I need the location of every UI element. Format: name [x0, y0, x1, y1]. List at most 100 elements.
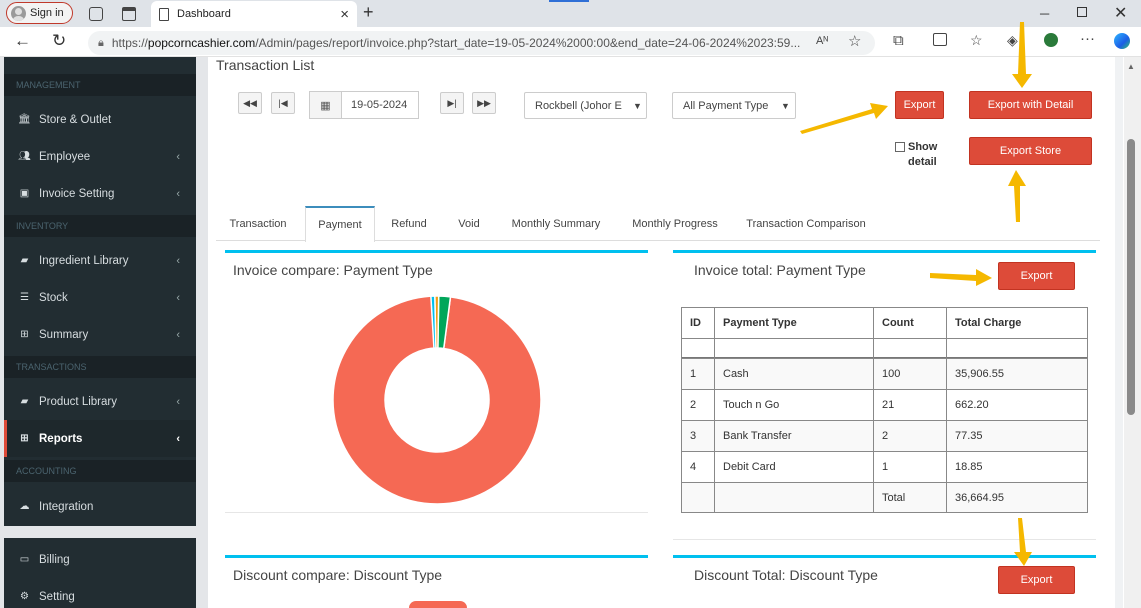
minimize-icon[interactable]: ─: [1040, 6, 1049, 21]
sidebar-item-label: Store & Outlet: [39, 113, 112, 126]
discount-compare-title: Discount compare: Discount Type: [233, 567, 443, 583]
tab-title: Dashboard: [177, 8, 231, 20]
next-page-button[interactable]: ▶|: [440, 92, 464, 114]
page-title: Transaction List: [216, 57, 315, 73]
sidebar-item-product-library[interactable]: ▰ Product Library ‹: [4, 383, 196, 420]
export-button[interactable]: Export: [895, 91, 944, 119]
favorite-star-icon[interactable]: ☆: [848, 32, 861, 50]
tab-monthly-summary[interactable]: Monthly Summary: [502, 206, 610, 241]
table-cell: 18.85: [946, 451, 1088, 483]
read-aloud-icon[interactable]: Aᴺ: [816, 35, 828, 47]
export-store-button[interactable]: Export Store: [969, 137, 1092, 165]
table-cell: Debit Card: [714, 451, 874, 483]
bank-icon: 🏛︎: [18, 114, 31, 125]
invoice-total-export-button[interactable]: Export: [998, 262, 1075, 290]
cloud-icon: ☁︎: [19, 501, 30, 512]
table-cell: 2: [873, 420, 947, 452]
table-header: ID: [681, 307, 715, 339]
table-header: Count: [873, 307, 947, 339]
tab-transaction-comparison[interactable]: Transaction Comparison: [740, 206, 872, 241]
tab-actions-icon[interactable]: [122, 7, 136, 21]
sidebar-item-label: Employee: [39, 150, 91, 163]
table-cell: 35,906.55: [946, 358, 1088, 390]
browser-essentials-icon[interactable]: ◈: [1007, 32, 1018, 49]
sidebar-item-label: Invoice Setting: [39, 187, 115, 200]
sidebar-item-stock[interactable]: ☰ Stock ‹: [4, 279, 196, 316]
prev-page-button[interactable]: |◀: [271, 92, 295, 114]
lock-icon: 🔒︎: [98, 36, 104, 49]
extensions-icon[interactable]: ⧉: [893, 32, 904, 49]
show-detail-option[interactable]: Show detail: [895, 140, 950, 170]
favorites-icon[interactable]: ☆: [970, 32, 983, 49]
sidebar-item-summary[interactable]: ⊞ Summary ‹: [4, 316, 196, 353]
sidebar-item-invoice-setting[interactable]: ▣ Invoice Setting ‹: [4, 175, 196, 212]
sidebar-item-label: Reports: [39, 432, 83, 445]
sidebar-item-label: Summary: [39, 328, 89, 341]
table-cell: 2: [681, 389, 715, 421]
copilot-icon[interactable]: [1114, 33, 1130, 49]
show-detail-checkbox[interactable]: [895, 142, 905, 152]
table-cell: 1: [681, 358, 715, 390]
sidebar-item-setting[interactable]: ⚙︎ Setting: [4, 578, 196, 608]
url-field[interactable]: 🔒︎ https://popcorncashier.com/Admin/page…: [88, 31, 875, 55]
browser-tab-dashboard[interactable]: Dashboard ×: [151, 1, 357, 27]
section-inventory: INVENTORY: [4, 215, 196, 237]
chevron-down-icon: ▼: [633, 100, 642, 111]
first-page-button[interactable]: ◀◀: [238, 92, 262, 114]
chevron-left-icon: ‹: [176, 432, 180, 445]
scroll-up-icon[interactable]: ▲: [1127, 62, 1135, 71]
new-tab-icon[interactable]: +: [363, 2, 374, 23]
sidebar-item-label: Billing: [39, 553, 70, 566]
payment-type-select[interactable]: All Payment Type ▼: [672, 92, 796, 119]
back-icon[interactable]: ←: [14, 31, 31, 51]
double-right-icon: ▶▶: [477, 97, 491, 108]
report-tabs: Transaction Payment Refund Void Monthly …: [216, 206, 1100, 242]
users-icon: 👥︎: [18, 151, 31, 162]
sidebar-item-billing[interactable]: ▭ Billing: [4, 541, 196, 578]
store-select[interactable]: Rockbell (Johor E ▼: [524, 92, 647, 119]
sidebar: MANAGEMENT 🏛︎ Store & Outlet 👥︎ Employee…: [0, 57, 208, 608]
table-spacer: [873, 338, 947, 359]
chevron-left-icon: ‹: [176, 187, 180, 200]
restore-icon[interactable]: [1077, 7, 1087, 17]
money-icon: ▣: [19, 188, 30, 199]
book-icon: ▰: [20, 255, 29, 266]
sidebar-item-integration[interactable]: ☁︎ Integration: [4, 488, 196, 525]
close-tab-icon[interactable]: ×: [340, 6, 349, 23]
split-screen-icon[interactable]: [933, 33, 947, 46]
shield-icon[interactable]: [1044, 33, 1058, 47]
discount-total-export-button[interactable]: Export: [998, 566, 1075, 594]
section-management: MANAGEMENT: [4, 74, 196, 96]
avatar-icon: [11, 5, 26, 21]
sidebar-item-label: Setting: [39, 590, 75, 603]
refresh-icon[interactable]: ↻: [52, 31, 66, 51]
table-cell: [714, 482, 874, 513]
sign-in-button[interactable]: Sign in: [6, 2, 73, 24]
date-picker[interactable]: ▦ 19-05-2024: [309, 91, 419, 119]
export-with-detail-button[interactable]: Export with Detail: [969, 91, 1092, 119]
table-icon: ⊞: [20, 433, 29, 444]
chevron-left-icon: ‹: [176, 328, 180, 341]
tab-refund[interactable]: Refund: [380, 206, 438, 241]
last-page-button[interactable]: ▶▶: [472, 92, 496, 114]
step-back-icon: |◀: [278, 97, 288, 108]
more-menu-icon[interactable]: ···: [1080, 30, 1095, 47]
sidebar-item-reports[interactable]: ⊞ Reports ‹: [4, 420, 196, 457]
sidebar-divider: [4, 526, 196, 538]
tab-transaction[interactable]: Transaction: [216, 206, 300, 241]
tab-payment[interactable]: Payment: [305, 206, 375, 242]
tab-monthly-progress[interactable]: Monthly Progress: [622, 206, 728, 241]
tab-void[interactable]: Void: [444, 206, 494, 241]
sidebar-item-ingredient-library[interactable]: ▰ Ingredient Library ‹: [4, 242, 196, 279]
window-close-icon[interactable]: ✕: [1114, 3, 1127, 23]
scrollbar-thumb[interactable]: [1127, 139, 1135, 415]
collections-icon[interactable]: [89, 7, 103, 21]
database-icon: ☰: [20, 292, 29, 303]
table-total-label: Total: [873, 482, 947, 513]
url-host: popcorncashier.com: [147, 36, 256, 50]
chevron-down-icon: ▼: [781, 100, 790, 111]
table-cell: 21: [873, 389, 947, 421]
sidebar-item-employee[interactable]: 👥︎ Employee ‹: [4, 138, 196, 175]
sidebar-item-store-outlet[interactable]: 🏛︎ Store & Outlet: [4, 101, 196, 138]
chevron-left-icon: ‹: [176, 150, 180, 163]
